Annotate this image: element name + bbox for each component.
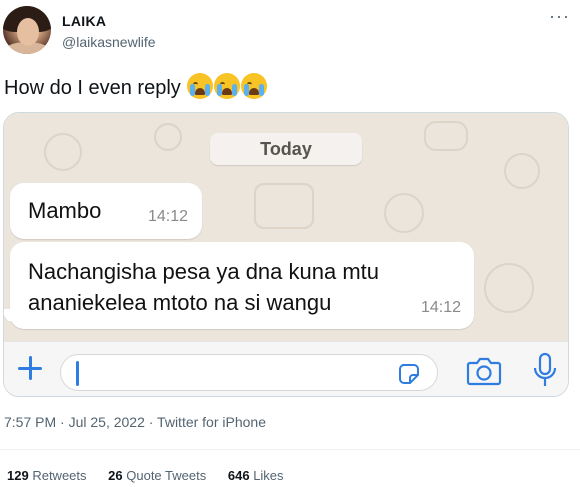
doodle-pattern: [424, 121, 468, 151]
doodle-pattern: [504, 153, 540, 189]
message-text: Nachangisha pesa ya dna kuna mtu ananiek…: [28, 256, 379, 318]
retweets-count: 129: [7, 468, 29, 483]
microphone-icon[interactable]: [532, 352, 558, 388]
text-cursor: [76, 361, 79, 386]
doodle-pattern: [384, 193, 424, 233]
divider: [0, 449, 580, 450]
tweet-header: LAIKA @laikasnewlife ···: [0, 0, 580, 64]
retweets-label: Retweets: [32, 468, 87, 483]
doodle-pattern: [154, 123, 182, 151]
chat-background: Today Mambo 14:12 Nachangisha pesa ya dn…: [4, 113, 568, 341]
date-separator: Today: [210, 133, 362, 165]
message-line: ananiekelea mtoto na si wangu: [28, 290, 332, 315]
doodle-pattern: [484, 263, 534, 313]
doodle-pattern: [44, 133, 82, 171]
tweet-text-body: How do I even reply: [4, 77, 181, 99]
display-name[interactable]: LAIKA: [62, 13, 106, 29]
user-handle[interactable]: @laikasnewlife: [62, 34, 156, 50]
tweet-metadata[interactable]: 7:57 PM · Jul 25, 2022 · Twitter for iPh…: [4, 414, 266, 430]
quote-tweets-count: 26: [108, 468, 123, 483]
avatar[interactable]: [3, 6, 51, 54]
message-time: 14:12: [147, 208, 188, 225]
tweet-text: How do I even reply: [4, 73, 268, 100]
quote-tweets-stat[interactable]: 26 Quote Tweets: [108, 468, 206, 483]
camera-icon[interactable]: [466, 356, 502, 386]
retweets-stat[interactable]: 129 Retweets: [7, 468, 87, 483]
likes-label: Likes: [253, 468, 284, 483]
message-text: Mambo: [28, 198, 102, 223]
likes-stat[interactable]: 646 Likes: [228, 468, 284, 483]
quote-tweets-label: Quote Tweets: [126, 468, 207, 483]
tweet-stats: 129 Retweets 26 Quote Tweets 646 Likes: [7, 468, 302, 483]
message-bubble[interactable]: Nachangisha pesa ya dna kuna mtu ananiek…: [10, 242, 474, 329]
plus-icon[interactable]: [14, 352, 46, 384]
more-options-icon[interactable]: ···: [549, 6, 570, 27]
loudly-crying-face-icon: [214, 73, 241, 99]
message-input-bar: [4, 341, 568, 396]
likes-count: 646: [227, 468, 250, 483]
message-time: 14:12: [420, 299, 461, 316]
message-line: Nachangisha pesa ya dna kuna mtu: [28, 259, 380, 284]
doodle-pattern: [254, 183, 314, 229]
sticker-icon[interactable]: [397, 362, 421, 386]
attached-screenshot[interactable]: Today Mambo 14:12 Nachangisha pesa ya dn…: [3, 112, 569, 397]
message-bubble[interactable]: Mambo 14:12: [10, 183, 202, 239]
loudly-crying-face-icon: [241, 73, 268, 99]
loudly-crying-face-icon: [187, 73, 214, 99]
message-input[interactable]: [60, 354, 438, 391]
